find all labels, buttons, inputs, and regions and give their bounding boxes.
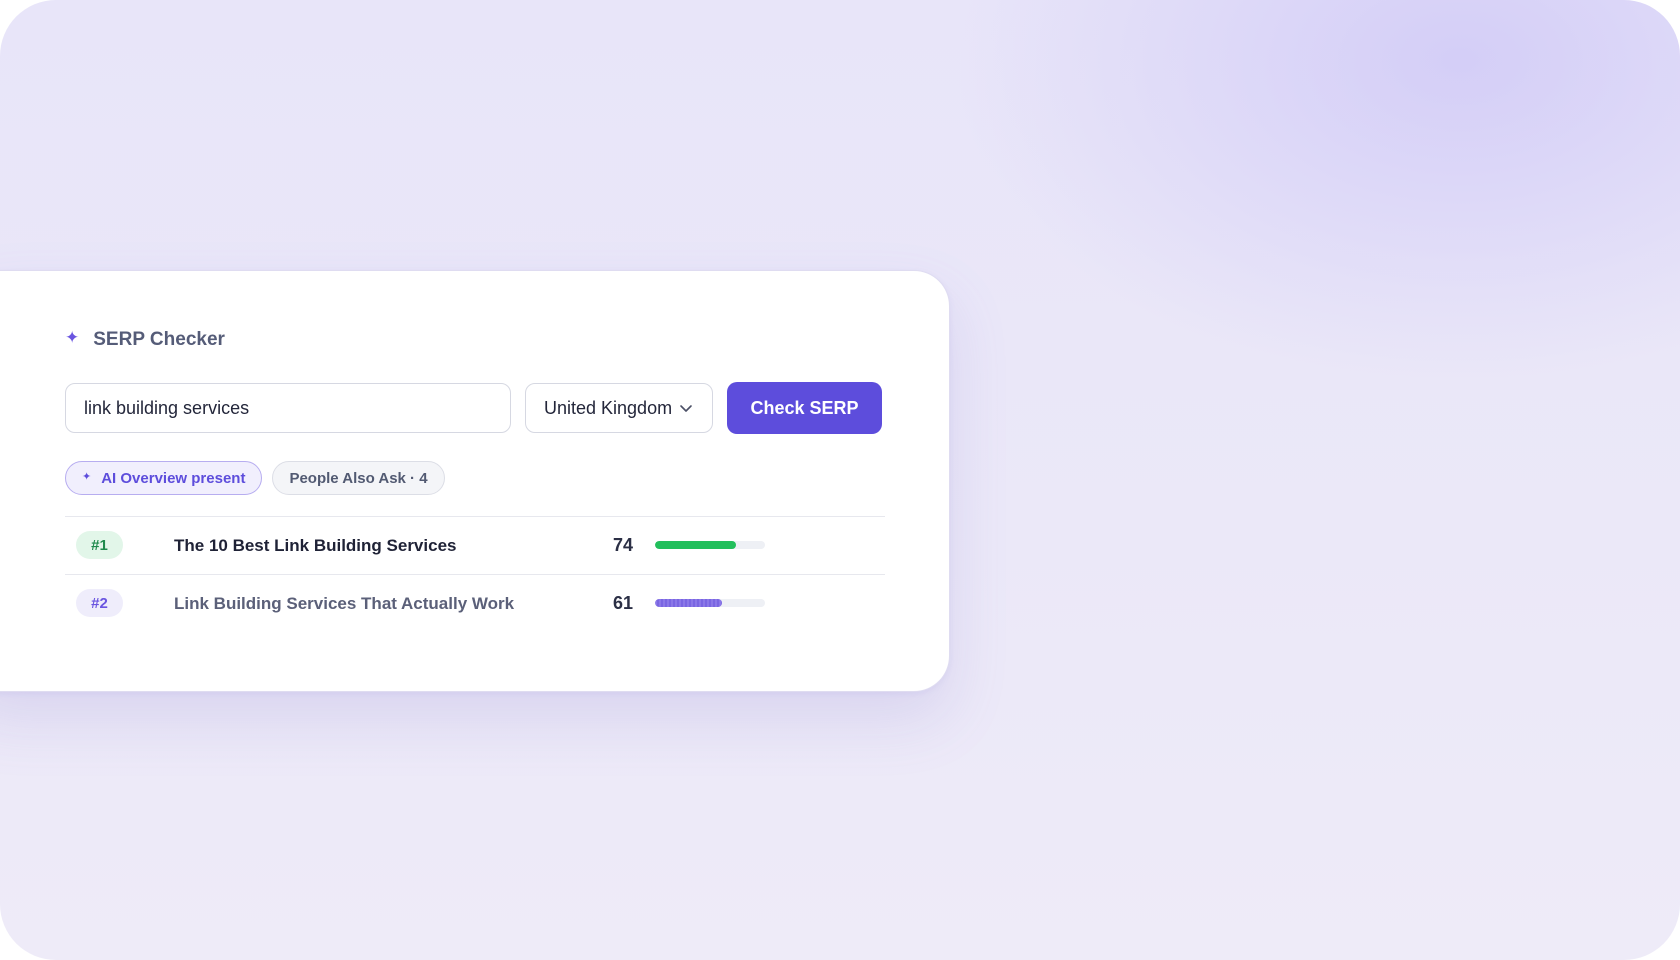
sparkle-icon: ✦ [82,470,92,483]
result-score: 61 [613,593,634,613]
card-header: ✦ SERP Checker [65,329,225,351]
result-title[interactable]: The 10 Best Link Building Services [174,517,456,574]
score-bar [655,541,765,549]
country-select-value: United Kingdom [544,397,673,418]
score-bar [655,599,765,607]
country-select[interactable]: United Kingdom [525,383,713,433]
ai-overview-label: AI Overview present [101,469,246,487]
result-row[interactable]: #1 The 10 Best Link Building Services 74 [65,516,885,574]
result-title[interactable]: Link Building Services That Actually Wor… [174,575,514,632]
score-bar-fill [655,599,723,607]
result-score: 74 [613,535,634,555]
keyword-input[interactable] [65,383,511,433]
people-also-ask-chip[interactable]: People Also Ask · 4 [272,461,445,495]
ai-overview-chip[interactable]: ✦ AI Overview present [65,461,263,495]
chevron-down-icon [680,405,692,412]
people-also-ask-label: People Also Ask · 4 [289,469,428,487]
serp-checker-card: ✦ SERP Checker United Kingdom Check SERP… [0,270,950,692]
score-bar-fill [655,541,737,549]
rank-badge: #2 [76,589,123,617]
results-list: #1 The 10 Best Link Building Services 74… [65,516,885,632]
search-form: United Kingdom Check SERP [65,382,882,434]
background-canvas: ✦ SERP Checker United Kingdom Check SERP… [0,0,1680,960]
rank-badge: #1 [76,531,123,559]
card-title: SERP Checker [93,329,225,350]
check-serp-button[interactable]: Check SERP [727,382,882,434]
sparkle-icon: ✦ [65,327,80,347]
result-row[interactable]: #2 Link Building Services That Actually … [65,574,885,632]
serp-features: ✦ AI Overview present People Also Ask · … [65,461,445,495]
